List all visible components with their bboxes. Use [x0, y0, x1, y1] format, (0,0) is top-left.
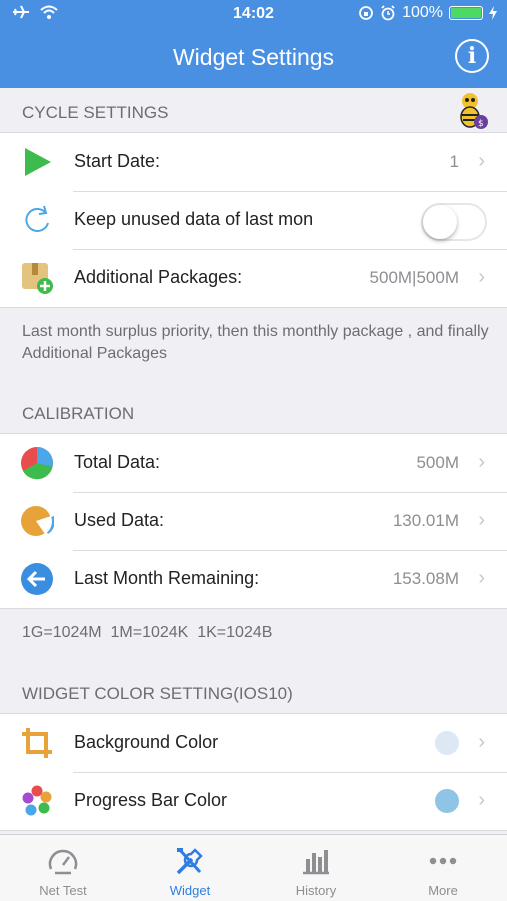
- rotation-lock-icon: [359, 6, 373, 20]
- chevron-right-icon: ›: [478, 266, 485, 288]
- refresh-icon: [25, 205, 49, 232]
- start-date-label: Start Date:: [74, 151, 161, 171]
- calibration-group: Total Data: 500M › Used Data: 130.01M › …: [0, 433, 507, 609]
- background-color-row[interactable]: Background Color ›: [0, 714, 507, 772]
- start-date-value: 1: [449, 152, 459, 171]
- color-palette-icon: [22, 785, 52, 816]
- keep-unused-label: Keep unused data of last mon: [74, 209, 314, 229]
- chevron-right-icon: ›: [478, 567, 485, 589]
- progress-bar-color-swatch: [435, 789, 459, 813]
- widget-color-group: Background Color › Progress Bar Color ›: [0, 713, 507, 831]
- keep-unused-row: Keep unused data of last mon: [0, 191, 507, 249]
- chevron-right-icon: ›: [478, 789, 485, 811]
- additional-packages-label: Additional Packages:: [74, 267, 243, 287]
- tab-label: More: [428, 883, 458, 898]
- tab-label: Widget: [169, 883, 211, 898]
- chevron-right-icon: ›: [478, 731, 485, 753]
- chevron-right-icon: ›: [478, 509, 485, 531]
- bee-mascot-icon: $: [460, 93, 488, 129]
- last-month-remaining-label: Last Month Remaining:: [74, 568, 260, 588]
- tab-net-test[interactable]: Net Test: [0, 835, 126, 901]
- tab-label: History: [295, 883, 337, 898]
- used-data-value: 130.01M: [392, 511, 459, 530]
- last-month-remaining-value: 153.08M: [392, 569, 459, 588]
- navigation-bar: 14:02 100% Widget Settings i: [0, 0, 507, 88]
- more-dots-icon: [429, 857, 457, 865]
- bar-chart-icon: [303, 850, 329, 875]
- tab-label: Net Test: [39, 883, 87, 898]
- progress-bar-color-row[interactable]: Progress Bar Color ›: [0, 772, 507, 830]
- info-button[interactable]: i: [455, 39, 489, 73]
- additional-packages-value: 500M|500M: [369, 268, 459, 287]
- battery-icon: [449, 6, 483, 20]
- chevron-right-icon: ›: [478, 451, 485, 473]
- keep-unused-toggle[interactable]: [421, 203, 487, 241]
- charging-icon: [489, 6, 497, 20]
- last-month-remaining-row[interactable]: Last Month Remaining: 153.08M ›: [0, 550, 507, 608]
- calibration-header: CALIBRATION: [22, 404, 135, 423]
- alarm-icon: [381, 5, 395, 21]
- cycle-settings-header: CYCLE SETTINGS: [22, 103, 169, 122]
- total-data-row[interactable]: Total Data: 500M ›: [0, 434, 507, 492]
- tab-more[interactable]: More: [380, 835, 506, 901]
- total-data-label: Total Data:: [74, 452, 161, 472]
- svg-text:$: $: [478, 119, 484, 129]
- battery-percent: 100%: [402, 4, 443, 21]
- status-bar: 14:02 100%: [0, 4, 507, 26]
- chevron-right-icon: ›: [478, 150, 485, 172]
- widget-color-header: WIDGET COLOR SETTING(IOS10): [22, 684, 293, 703]
- additional-packages-row[interactable]: Additional Packages: 500M|500M ›: [0, 249, 507, 307]
- play-icon: [25, 148, 51, 176]
- used-data-label: Used Data:: [74, 510, 165, 530]
- unit-conversion-note: 1G=1024M 1M=1024K 1K=1024B: [22, 624, 273, 641]
- info-icon: i: [467, 43, 477, 69]
- speedometer-icon: [48, 849, 78, 875]
- tab-history[interactable]: History: [253, 835, 379, 901]
- used-data-row[interactable]: Used Data: 130.01M ›: [0, 492, 507, 550]
- tab-bar: Net Test Widget History More: [0, 834, 507, 901]
- page-title: Widget Settings: [172, 44, 335, 70]
- progress-bar-color-label: Progress Bar Color: [74, 790, 228, 810]
- arrow-left-circle-icon: [21, 563, 53, 595]
- start-date-row[interactable]: Start Date: 1 ›: [0, 133, 507, 191]
- package-add-icon: [22, 263, 53, 294]
- cycle-settings-group: Start Date: 1 › Keep unused data of last…: [0, 132, 507, 308]
- cycle-note: Last month surplus priority, then this m…: [22, 323, 489, 362]
- total-data-value: 500M: [416, 453, 459, 472]
- background-color-swatch: [435, 731, 459, 755]
- pie-chart-icon: [21, 447, 54, 480]
- crop-icon: [22, 728, 52, 758]
- tools-icon: [176, 848, 203, 875]
- used-pie-icon: [21, 506, 54, 536]
- background-color-label: Background Color: [74, 732, 219, 752]
- tab-widget[interactable]: Widget: [127, 835, 253, 901]
